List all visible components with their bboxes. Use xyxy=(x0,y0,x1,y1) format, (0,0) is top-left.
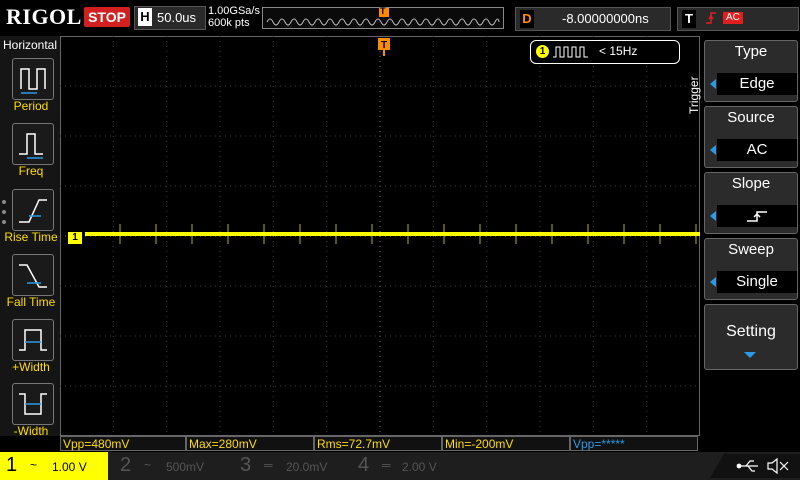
pos-width-label: +Width xyxy=(12,360,50,374)
freq-channel-badge: 1 xyxy=(536,45,549,58)
arrow-left-icon xyxy=(710,211,716,221)
trigger-position-bar: T xyxy=(262,6,504,29)
ch4-scale: 2.00 V xyxy=(402,460,437,474)
ac-coupling-icon: ~ xyxy=(144,458,152,472)
waveform-display[interactable] xyxy=(60,36,700,436)
graticule xyxy=(60,36,700,436)
trigger-source-softkey[interactable]: Source AC xyxy=(704,106,798,168)
rise-time-icon xyxy=(19,199,47,223)
trigger-pos-marker: T xyxy=(380,6,386,16)
measurement-item: Vpp=480mV xyxy=(60,436,186,451)
trigger-slope-softkey[interactable]: Slope xyxy=(704,172,798,234)
timebase-label: H xyxy=(138,8,152,26)
arrow-left-icon xyxy=(710,79,716,89)
ch3-status[interactable]: 3 ═ 20.0mV xyxy=(234,452,348,480)
ch1-scale: 1.00 V xyxy=(52,460,87,474)
trigger-type-softkey[interactable]: Type Edge xyxy=(704,40,798,102)
brand-logo: RIGOL xyxy=(6,4,82,29)
sweep-value: Single xyxy=(717,271,797,293)
slope-value xyxy=(717,205,797,227)
trigger-sweep-softkey[interactable]: Sweep Single xyxy=(704,238,798,300)
neg-width-icon xyxy=(19,393,47,415)
trigger-menu-tab: Trigger xyxy=(687,62,702,118)
freq-button[interactable] xyxy=(12,123,54,165)
delay-value: -8.00000000ns xyxy=(562,11,649,26)
timebase-readout[interactable]: H 50.0us xyxy=(134,6,206,30)
frequency-readout: 1 < 15Hz xyxy=(530,40,680,64)
timebase-value: 50.0us xyxy=(157,10,197,25)
measurement-item: Min=-200mV xyxy=(442,436,570,451)
trigger-label: T xyxy=(682,10,696,28)
neg-width-button[interactable] xyxy=(12,383,54,425)
source-title: Source xyxy=(727,109,775,126)
ch2-status[interactable]: 2 ~ 500mV xyxy=(114,452,228,480)
fall-time-label: Fall Time xyxy=(6,295,56,309)
fall-time-button[interactable] xyxy=(12,254,54,296)
trigger-source-badge: AC xyxy=(723,12,743,24)
period-icon xyxy=(20,68,46,94)
svg-text:T: T xyxy=(381,40,387,51)
ch3-scale: 20.0mV xyxy=(286,460,328,474)
delay-readout[interactable]: D -8.00000000ns xyxy=(515,7,671,31)
freq-icon xyxy=(19,133,43,159)
measurement-results: Vpp=480mV Max=280mV Rms=72.7mV Min=-200m… xyxy=(60,436,700,452)
measurement-item: Max=280mV xyxy=(186,436,314,451)
neg-width-label: -Width xyxy=(13,424,49,438)
rise-time-label: Rise Time xyxy=(4,230,58,244)
run-stop-indicator[interactable]: STOP xyxy=(84,7,130,27)
fall-time-icon xyxy=(19,264,47,288)
trigger-time-marker-icon[interactable]: T xyxy=(378,38,390,56)
delay-label: D xyxy=(520,10,534,28)
sample-info: 1.00GSa/s 600k pts xyxy=(208,5,260,29)
source-value: AC xyxy=(717,139,797,161)
ch3-number: 3 xyxy=(240,454,252,476)
rising-edge-icon xyxy=(704,10,718,31)
pos-width-icon xyxy=(19,329,47,351)
ch2-scale: 500mV xyxy=(166,460,205,474)
ch4-status[interactable]: 4 ═ 2.00 V xyxy=(352,452,466,480)
arrow-left-icon xyxy=(710,145,716,155)
measure-panel-title: Horizontal xyxy=(2,38,58,52)
sample-rate: 1.00GSa/s xyxy=(208,5,260,17)
setting-title: Setting xyxy=(726,323,776,340)
sweep-title: Sweep xyxy=(728,241,774,258)
dc-coupling-icon: ═ xyxy=(264,458,273,472)
freq-value: < 15Hz xyxy=(599,44,638,58)
trigger-menu-label: Trigger xyxy=(688,76,701,114)
dc-coupling-icon: ═ xyxy=(382,458,391,472)
ch1-offset-marker[interactable]: 1 xyxy=(68,232,82,244)
measurement-item: Vpp=***** xyxy=(570,436,698,451)
pos-width-button[interactable] xyxy=(12,319,54,361)
memory-depth: 600k pts xyxy=(208,17,250,29)
trigger-setting-softkey[interactable]: Setting xyxy=(704,304,798,370)
counter-pulse-icon xyxy=(553,46,588,58)
ch1-number: 1 xyxy=(6,454,18,476)
ch1-status[interactable]: 1 ~ 1.00 V xyxy=(0,452,108,480)
status-icons xyxy=(710,454,800,478)
period-button[interactable] xyxy=(12,58,54,100)
ch1-trace xyxy=(85,232,700,236)
period-label: Period xyxy=(13,99,49,113)
freq-label: Freq xyxy=(18,164,44,178)
type-value: Edge xyxy=(717,73,797,95)
ch2-number: 2 xyxy=(120,454,132,476)
trigger-status-readout[interactable]: T AC xyxy=(677,7,799,31)
slope-title: Slope xyxy=(731,175,771,192)
measurement-item: Rms=72.7mV xyxy=(314,436,442,451)
ch4-number: 4 xyxy=(358,454,370,476)
chevron-down-icon xyxy=(744,352,756,358)
rising-slope-icon xyxy=(747,211,767,222)
type-title: Type xyxy=(734,43,768,60)
ac-coupling-icon: ~ xyxy=(30,458,38,472)
arrow-left-icon xyxy=(710,277,716,287)
rise-time-button[interactable] xyxy=(12,189,54,231)
